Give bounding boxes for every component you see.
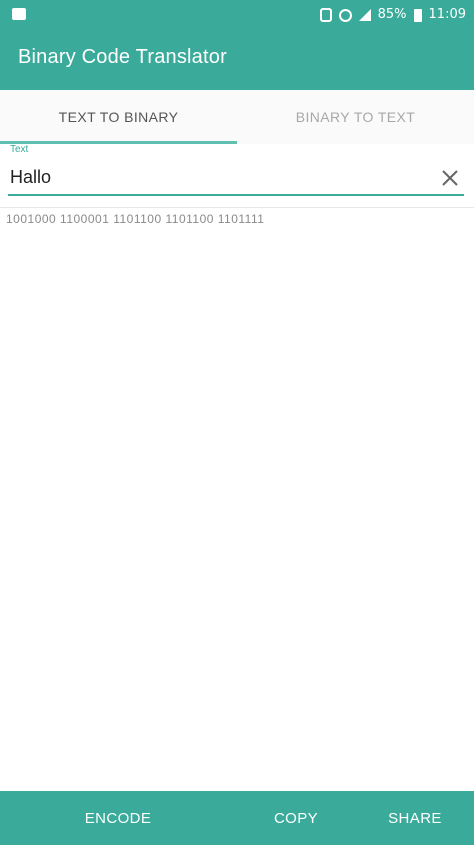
- clear-icon[interactable]: [438, 166, 462, 190]
- text-input[interactable]: [10, 160, 430, 194]
- divider: [0, 207, 474, 208]
- binary-output: 1001000 1100001 1101100 1101100 1101111: [6, 212, 265, 226]
- status-bar: 85% 11:09: [0, 0, 474, 30]
- status-time: 11:09: [428, 7, 466, 22]
- notification-icon: [12, 8, 26, 20]
- app-title: Binary Code Translator: [18, 46, 227, 68]
- text-field-label: Text: [10, 144, 29, 155]
- tab-text-to-binary[interactable]: TEXT TO BINARY: [0, 90, 237, 144]
- vibrate-icon: [319, 8, 332, 22]
- tab-bar: TEXT TO BINARY BINARY TO TEXT: [0, 90, 474, 144]
- input-underline: [8, 194, 464, 196]
- bottom-action-bar: ENCODE COPY SHARE: [0, 791, 474, 845]
- app-screen: 85% 11:09 Binary Code Translator TEXT TO…: [0, 0, 474, 845]
- copy-button[interactable]: COPY: [256, 791, 336, 845]
- signal-icon: [358, 9, 371, 21]
- battery-percentage: 85%: [377, 7, 407, 22]
- alarm-icon: [338, 8, 352, 22]
- battery-icon: [413, 8, 422, 22]
- status-icons: 85% 11:09: [319, 6, 466, 24]
- encode-button[interactable]: ENCODE: [58, 791, 178, 845]
- tab-binary-to-text[interactable]: BINARY TO TEXT: [237, 90, 474, 144]
- share-button[interactable]: SHARE: [376, 791, 454, 845]
- app-bar: Binary Code Translator: [0, 30, 474, 90]
